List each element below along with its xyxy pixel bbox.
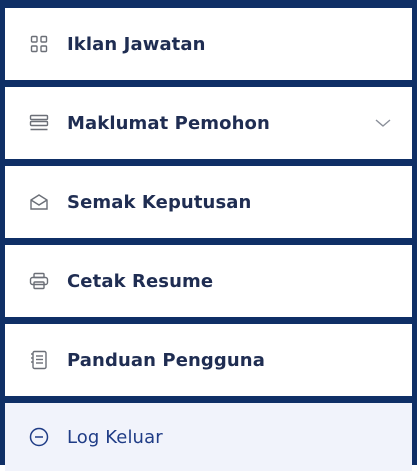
- document-icon: [29, 350, 49, 370]
- printer-icon: [29, 271, 49, 291]
- menu-item-label: Panduan Pengguna: [67, 349, 265, 371]
- menu-item-log-keluar[interactable]: Log Keluar: [5, 403, 412, 471]
- menu-item-label: Semak Keputusan: [67, 191, 252, 213]
- menu-item-label: Cetak Resume: [67, 270, 214, 292]
- minus-circle-icon: [29, 427, 49, 447]
- menu-item-label: Log Keluar: [67, 426, 163, 448]
- grid-icon: [29, 34, 49, 54]
- side-menu: Iklan Jawatan Maklumat Pemohon Semak Kep…: [0, 0, 417, 471]
- menu-item-maklumat-pemohon[interactable]: Maklumat Pemohon: [5, 87, 412, 159]
- chevron-down-icon[interactable]: [374, 117, 392, 129]
- list-icon: [29, 113, 49, 133]
- menu-item-iklan-jawatan[interactable]: Iklan Jawatan: [5, 8, 412, 80]
- menu-item-panduan-pengguna[interactable]: Panduan Pengguna: [5, 324, 412, 396]
- menu-item-semak-keputusan[interactable]: Semak Keputusan: [5, 166, 412, 238]
- menu-item-label: Iklan Jawatan: [67, 33, 206, 55]
- menu-item-label: Maklumat Pemohon: [67, 112, 270, 134]
- menu-item-cetak-resume[interactable]: Cetak Resume: [5, 245, 412, 317]
- envelope-icon: [29, 192, 49, 212]
